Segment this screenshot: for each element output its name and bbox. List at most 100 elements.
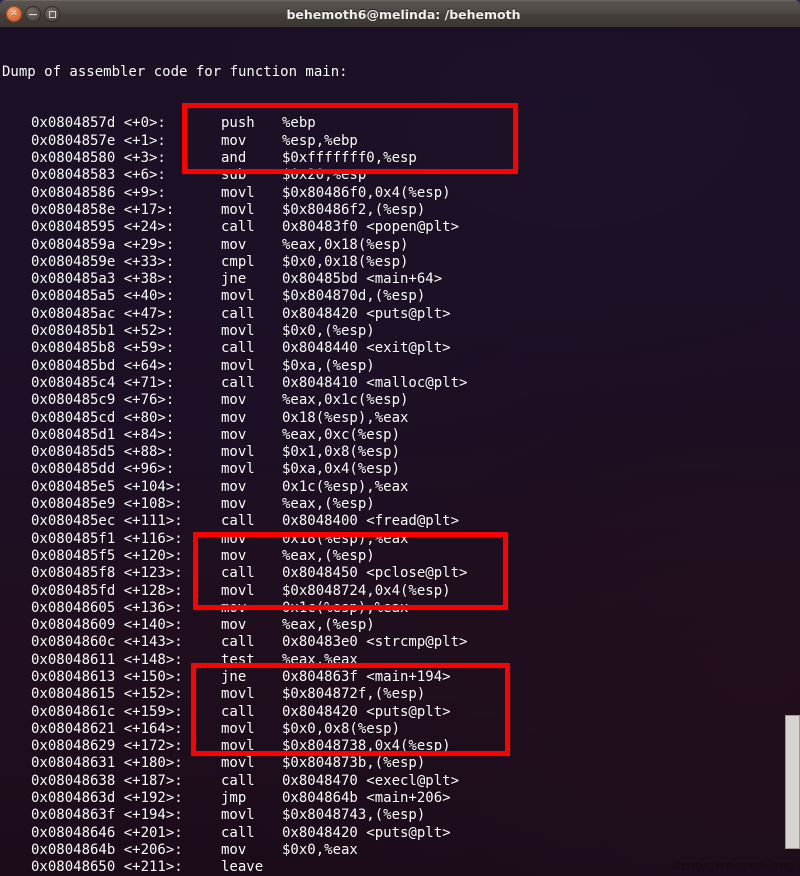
instruction-address: 0x08048605 <+136>: (31, 599, 183, 616)
instruction-operands: $0x80486f2,(%esp) (282, 201, 426, 218)
instruction-address: 0x08048629 <+172>: (31, 738, 183, 755)
disassembly-line: 0x080485e9 <+108>: mov %eax,(%esp) (2, 496, 467, 513)
instruction-address: 0x08048638 <+187>: (31, 772, 183, 789)
instruction-mnemonic: movl (221, 686, 255, 703)
instruction-mnemonic: test (221, 651, 255, 668)
instruction-address: 0x080485ac <+47>: (31, 305, 175, 322)
instruction-operands: $0x20,%esp (282, 167, 367, 184)
instruction-mnemonic: movl (221, 201, 255, 218)
instruction-mnemonic: movl (221, 288, 255, 305)
instruction-operands: 0x1c(%esp),%eax (282, 478, 409, 495)
instruction-address: 0x080485f8 <+123>: (31, 565, 183, 582)
instruction-mnemonic: call (221, 772, 255, 789)
instruction-address: 0x080485ec <+111>: (31, 513, 183, 530)
window-close-button[interactable]: ✕ (6, 6, 22, 22)
instruction-operands: 0x8048420 <puts@plt> (282, 703, 451, 720)
disassembly-line: 0x08048638 <+187>: call 0x8048470 <execl@p… (2, 773, 467, 790)
instruction-mnemonic: jmp (221, 790, 247, 807)
disassembly-line: 0x080485f8 <+123>: call 0x8048450 <pclose@… (2, 565, 467, 582)
instruction-mnemonic: and (221, 150, 247, 167)
instruction-address: 0x0804859a <+29>: (31, 236, 175, 253)
instruction-mnemonic: mov (221, 617, 247, 634)
disassembly-line: 0x080485d1 <+84>: mov %eax,0xc(%esp) (2, 427, 467, 444)
instruction-operands: $0x8048738,0x4(%esp) (282, 738, 451, 755)
instruction-operands: $0x804872f,(%esp) (282, 686, 426, 703)
instruction-mnemonic: movl (221, 444, 255, 461)
watermark-text: drops.wooyun.org (671, 859, 794, 874)
instruction-address: 0x08048615 <+152>: (31, 686, 183, 703)
disassembly-line: 0x08048629 <+172>: movl $0x8048738,0x4(%es… (2, 738, 467, 755)
instruction-operands: 0x8048400 <fread@plt> (282, 513, 460, 530)
disassembly-line: 0x080485dd <+96>: movl $0xa,0x4(%esp) (2, 461, 467, 478)
instruction-address: 0x0804858e <+17>: (31, 201, 175, 218)
instruction-operands: %eax,0x1c(%esp) (282, 392, 409, 409)
instruction-mnemonic: call (221, 219, 255, 236)
instruction-operands: 0x80483e0 <strcmp@plt> (282, 634, 468, 651)
instruction-address: 0x080485c4 <+71>: (31, 374, 175, 391)
instruction-address: 0x080485f1 <+116>: (31, 530, 183, 547)
instruction-address: 0x08048609 <+140>: (31, 617, 183, 634)
disassembly-line-list: 0x0804857d <+0>: push %ebp 0x0804857e <+1>:… (2, 115, 467, 876)
instruction-address: 0x080485e9 <+108>: (31, 496, 183, 513)
instruction-address: 0x08048611 <+148>: (31, 651, 183, 668)
instruction-operands: 0x8048410 <malloc@plt> (282, 374, 468, 391)
instruction-operands: %eax,%eax (282, 651, 358, 668)
disassembly-line: 0x080485d5 <+88>: movl $0x1,0x8(%esp) (2, 444, 467, 461)
instruction-operands: $0x804873b,(%esp) (282, 755, 426, 772)
disassembly-line: 0x08048621 <+164>: movl $0x0,0x8(%esp) (2, 721, 467, 738)
disassembly-line: 0x08048613 <+150>: jne 0x804863f <main+194… (2, 669, 467, 686)
instruction-address: 0x080485bd <+64>: (31, 357, 175, 374)
instruction-operands: $0x0,(%esp) (282, 323, 375, 340)
window-maximize-button[interactable] (44, 6, 60, 22)
instruction-address: 0x08048646 <+201>: (31, 824, 183, 841)
disassembly-line: 0x080485b1 <+52>: movl $0x0,(%esp) (2, 323, 467, 340)
window-titlebar[interactable]: ✕ behemoth6@melinda: /behemoth (0, 0, 800, 27)
disassembly-line: 0x080485f5 <+120>: mov %eax,(%esp) (2, 548, 467, 565)
instruction-mnemonic: mov (221, 392, 247, 409)
instruction-operands: $0x0,0x18(%esp) (282, 253, 409, 270)
instruction-mnemonic: leave (221, 859, 264, 876)
instruction-mnemonic: mov (221, 132, 247, 149)
instruction-operands: 0x1c(%esp),%eax (282, 599, 409, 616)
disassembly-line: 0x08048586 <+9>: movl $0x80486f0,0x4(%esp) (2, 185, 467, 202)
instruction-mnemonic: mov (221, 409, 247, 426)
instruction-operands: 0x8048450 <pclose@plt> (282, 565, 468, 582)
instruction-operands: 0x8048440 <exit@plt> (282, 340, 451, 357)
disassembly-line: 0x080485c4 <+71>: call 0x8048410 <malloc@p… (2, 375, 467, 392)
disassembly-line: 0x0804860c <+143>: call 0x80483e0 <strcmp@… (2, 634, 467, 651)
terminal-scrollbar-track[interactable] (785, 27, 800, 876)
instruction-operands: $0xa,0x4(%esp) (282, 461, 401, 478)
instruction-mnemonic: sub (221, 167, 247, 184)
disassembly-line: 0x080485a5 <+40>: movl $0x804870d,(%esp) (2, 288, 467, 305)
disassembly-line: 0x0804858e <+17>: movl $0x80486f2,(%esp) (2, 202, 467, 219)
instruction-operands: %eax,(%esp) (282, 496, 375, 513)
instruction-mnemonic: call (221, 703, 255, 720)
instruction-operands: 0x8048420 <puts@plt> (282, 305, 451, 322)
window-title: behemoth6@melinda: /behemoth (286, 6, 521, 22)
instruction-mnemonic: mov (221, 841, 247, 858)
terminal-scrollbar-thumb[interactable] (785, 715, 800, 849)
instruction-mnemonic: jne (221, 271, 247, 288)
instruction-address: 0x08048631 <+180>: (31, 755, 183, 772)
instruction-address: 0x08048580 <+3>: (31, 150, 166, 167)
disassembly-line: 0x080485b8 <+59>: call 0x8048440 <exit@plt… (2, 340, 467, 357)
instruction-mnemonic: call (221, 305, 255, 322)
instruction-address: 0x0804864b <+206>: (31, 841, 183, 858)
instruction-mnemonic: mov (221, 478, 247, 495)
disassembly-line: 0x080485fd <+128>: movl $0x8048724,0x4(%es… (2, 583, 467, 600)
instruction-address: 0x08048650 <+211>: (31, 859, 183, 876)
disassembly-line: 0x0804861c <+159>: call 0x8048420 <puts@pl… (2, 704, 467, 721)
window-minimize-button[interactable] (25, 6, 41, 22)
instruction-mnemonic: movl (221, 582, 255, 599)
instruction-operands: %eax,(%esp) (282, 617, 375, 634)
instruction-operands: %eax,0x18(%esp) (282, 236, 409, 253)
instruction-address: 0x0804857e <+1>: (31, 132, 166, 149)
instruction-mnemonic: mov (221, 426, 247, 443)
disassembly-line: 0x080485e5 <+104>: mov 0x1c(%esp),%eax (2, 479, 467, 496)
close-icon: ✕ (10, 8, 18, 19)
instruction-address: 0x080485c9 <+76>: (31, 392, 175, 409)
terminal-content-area[interactable]: Dump of assembler code for function main… (0, 27, 800, 876)
instruction-address: 0x080485d1 <+84>: (31, 426, 175, 443)
disassembly-line: 0x0804863d <+192>: jmp 0x804864b <main+206… (2, 790, 467, 807)
instruction-operands: 0x804864b <main+206> (282, 790, 451, 807)
